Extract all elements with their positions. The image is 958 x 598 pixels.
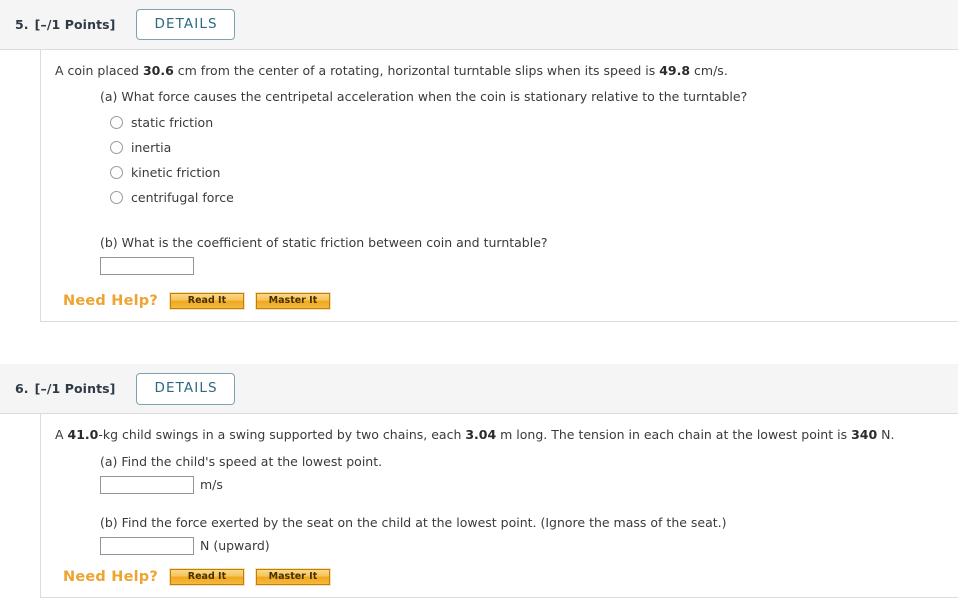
- details-button-6[interactable]: DETAILS: [135, 373, 235, 405]
- question-number-6: 6.: [15, 381, 29, 397]
- part-b-prompt-5: (b) What is the coefficient of static fr…: [100, 235, 548, 251]
- radio-icon[interactable]: [110, 191, 123, 205]
- stem-text-pre: A coin placed: [55, 63, 143, 78]
- question-body-5: A coin placed 30.6 cm from the center of…: [40, 50, 958, 323]
- part-a-prompt-5: (a) What force causes the centripetal ac…: [100, 89, 748, 105]
- part-b-answer-row-6: N (upward): [100, 536, 958, 555]
- master-it-button-5[interactable]: Master It: [255, 293, 330, 310]
- part-a-6: (a) Find the child's speed at the lowest…: [100, 453, 958, 494]
- question-stem-6: A 41.0-kg child swings in a swing suppor…: [55, 426, 958, 444]
- radio-label[interactable]: centrifugal force: [131, 190, 234, 205]
- answer-unit-b-6: N (upward): [200, 538, 270, 554]
- read-it-button-6[interactable]: Read It: [169, 568, 244, 585]
- answer-input-b-5[interactable]: [100, 257, 194, 276]
- part-b-5: (b) What is the coefficient of static fr…: [100, 234, 958, 276]
- radio-label[interactable]: static friction: [131, 115, 213, 130]
- part-b-prompt-6: (b) Find the force exerted by the seat o…: [100, 514, 727, 530]
- radio-label[interactable]: inertia: [131, 140, 171, 155]
- radio-label[interactable]: kinetic friction: [131, 165, 220, 180]
- question-header-6: 6. [–/1 Points] DETAILS: [0, 364, 958, 415]
- need-help-section-5: Need Help? Read It Master It: [63, 293, 958, 321]
- stem-value-length: 3.04: [465, 427, 497, 443]
- question-number-5: 5.: [15, 17, 29, 32]
- stem-value-distance: 30.6: [142, 63, 174, 78]
- question-header-5: 5. [–/1 Points] DETAILS: [0, 0, 958, 50]
- answer-unit-a-6: m/s: [200, 477, 223, 493]
- radio-icon[interactable]: [110, 166, 123, 180]
- question-block-6: 6. [–/1 Points] DETAILS A 41.0-kg child …: [0, 364, 958, 598]
- stem-text-mid: cm from the center of a rotating, horizo…: [173, 63, 660, 78]
- answer-input-b-6[interactable]: [100, 536, 194, 555]
- question-block-5: 5. [–/1 Points] DETAILS A coin placed 30…: [0, 0, 958, 323]
- stem-text-post: cm/s.: [690, 63, 728, 78]
- radio-option-inertia[interactable]: inertia: [110, 135, 958, 160]
- part-a-answer-row-6: m/s: [100, 475, 958, 494]
- answer-input-a-6[interactable]: [100, 475, 194, 494]
- radio-option-centrifugal-force[interactable]: centrifugal force: [110, 185, 958, 210]
- radio-group-part-a-5: static friction inertia kinetic friction…: [100, 110, 958, 210]
- stem-text-pre: A: [55, 427, 68, 443]
- question-body-6: A 41.0-kg child swings in a swing suppor…: [40, 414, 958, 598]
- stem-text-mid2: m long. The tension in each chain at the…: [496, 427, 852, 443]
- read-it-button-5[interactable]: Read It: [169, 293, 244, 310]
- stem-text-post: N.: [877, 427, 895, 443]
- master-it-button-6[interactable]: Master It: [255, 568, 330, 585]
- part-b-answer-row-5: [100, 257, 958, 276]
- need-help-section-6: Need Help? Read It Master It: [63, 568, 958, 597]
- need-help-label-6: Need Help?: [63, 568, 158, 585]
- part-a-prompt-6: (a) Find the child's speed at the lowest…: [100, 453, 383, 469]
- part-a-5: (a) What force causes the centripetal ac…: [100, 88, 958, 210]
- question-stem-5: A coin placed 30.6 cm from the center of…: [55, 62, 958, 80]
- question-spacer: [0, 322, 958, 365]
- radio-option-kinetic-friction[interactable]: kinetic friction: [110, 160, 958, 185]
- radio-option-static-friction[interactable]: static friction: [110, 110, 958, 135]
- question-points-5: [–/1 Points]: [34, 17, 116, 32]
- need-help-label-5: Need Help?: [63, 293, 158, 310]
- radio-icon[interactable]: [110, 141, 123, 155]
- radio-icon[interactable]: [110, 116, 123, 130]
- stem-value-speed: 49.8: [659, 63, 691, 78]
- stem-value-mass: 41.0: [67, 427, 99, 443]
- part-b-6: (b) Find the force exerted by the seat o…: [100, 514, 958, 555]
- details-button-5[interactable]: DETAILS: [135, 8, 235, 41]
- stem-text-mid: -kg child swings in a swing supported by…: [98, 427, 466, 443]
- stem-value-tension: 340: [851, 427, 878, 443]
- question-points-6: [–/1 Points]: [34, 381, 116, 397]
